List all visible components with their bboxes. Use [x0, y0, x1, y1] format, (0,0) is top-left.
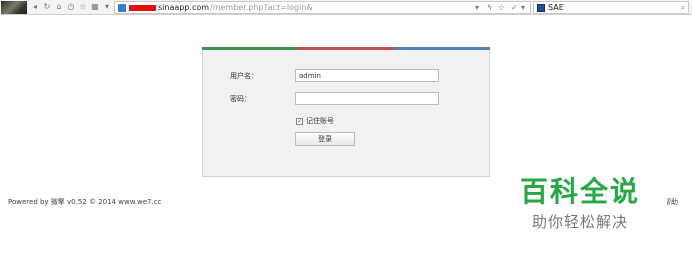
login-panel: [202, 47, 490, 177]
menu-arrow-icon[interactable]: ▾: [521, 3, 525, 13]
check-icon[interactable]: ✓: [511, 3, 518, 13]
remember-checkbox[interactable]: ✓: [296, 117, 303, 125]
favorite-icon[interactable]: ☆: [78, 2, 88, 12]
watermark-subtitle: 助你轻松解决: [531, 213, 628, 231]
browser-toolbar: ◂ ↻ ⌂ ◷ ☆ ▦ ▾ sinaapp.com /member.php?ac…: [0, 0, 692, 15]
url-host: sinaapp.com: [158, 3, 210, 12]
history-icon[interactable]: ◷: [66, 2, 76, 12]
grid-icon[interactable]: ▦: [90, 2, 100, 12]
username-label: 用户名：: [230, 72, 258, 80]
star-icon[interactable]: ☆: [498, 3, 505, 13]
lightning-icon[interactable]: ϟ: [487, 3, 492, 13]
address-bar[interactable]: sinaapp.com /member.php?act=login& ▾ ϟ ☆…: [114, 1, 531, 14]
search-icon[interactable]: ⌕: [681, 3, 685, 13]
home-icon[interactable]: ⌂: [54, 2, 64, 12]
username-input[interactable]: [295, 69, 439, 82]
back-icon[interactable]: ◂: [30, 2, 40, 12]
stripe-blue: [394, 47, 490, 50]
search-engine-label: SAE: [548, 3, 564, 12]
footer-powered-by: Powered by 微擎 v0.52 © 2014 www.we7.cc: [8, 198, 162, 206]
stripe-green: [202, 47, 298, 50]
dropdown-icon[interactable]: ▾: [475, 3, 479, 13]
search-box[interactable]: SAE ⌕: [533, 1, 689, 14]
reload-icon[interactable]: ↻: [42, 2, 52, 12]
redacted-subdomain: [129, 5, 156, 11]
watermark-title: 百科全说: [519, 175, 640, 208]
user-avatar[interactable]: [1, 1, 27, 14]
site-shield-icon: [118, 4, 126, 12]
stripe-red: [298, 47, 394, 50]
url-path: /member.php?act=login&: [210, 3, 313, 12]
panel-color-stripe: [202, 47, 490, 50]
sae-icon: [537, 4, 545, 12]
remember-label: 记住账号: [306, 117, 334, 125]
password-input[interactable]: [295, 92, 439, 105]
remember-row[interactable]: ✓ 记住账号: [296, 116, 334, 126]
password-label: 密码：: [230, 95, 251, 103]
watermark: 百科全说 助你轻松解决: [493, 156, 667, 240]
chevron-down-icon[interactable]: ▾: [102, 2, 112, 12]
login-button[interactable]: 登录: [295, 132, 355, 146]
